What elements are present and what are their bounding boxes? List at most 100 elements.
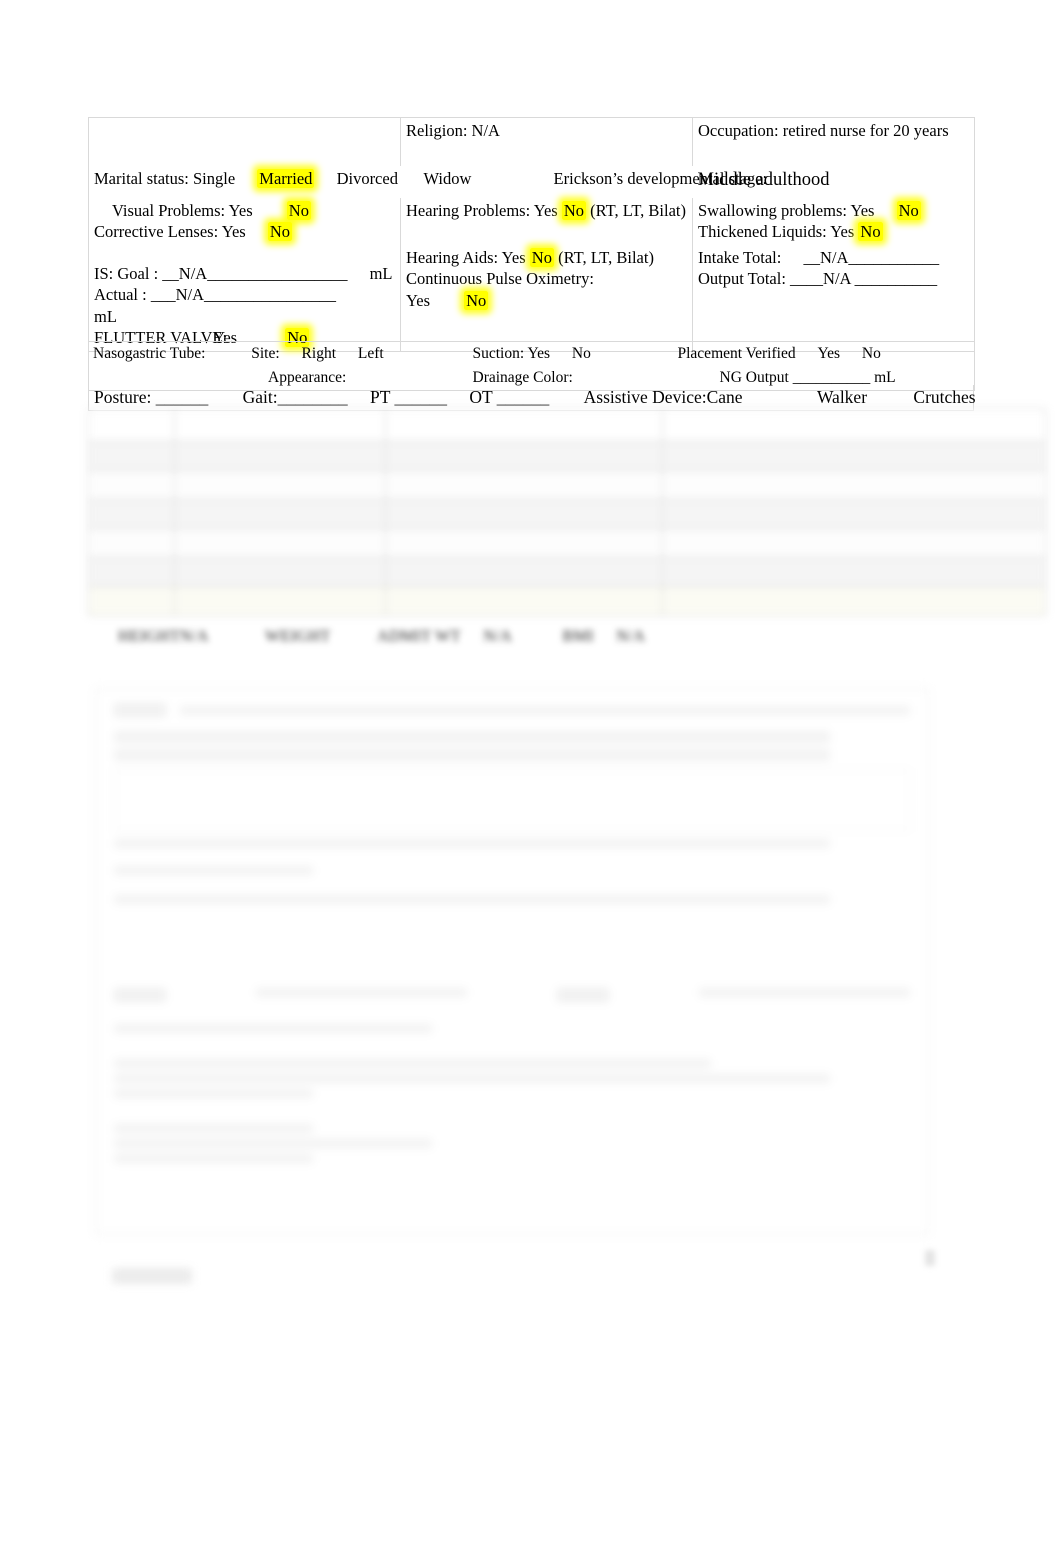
cell-visual-corrective: Visual Problems: Yes No Corrective Lense… <box>88 198 401 245</box>
posture-label: Posture: <box>94 387 152 407</box>
panel-field-tag <box>114 988 166 1003</box>
visual-problems-label: Visual Problems: <box>112 201 226 220</box>
pt-value[interactable]: ______ <box>394 387 447 407</box>
ng-site-label: Site: <box>251 345 280 362</box>
thickened-liquids-no[interactable]: No <box>858 222 883 242</box>
intake-total-value[interactable]: __N/A___________ <box>803 248 939 267</box>
hearing-aids-label: Hearing Aids: <box>406 247 499 267</box>
panel-line <box>114 1074 831 1084</box>
panel-line <box>114 1089 313 1099</box>
pulse-ox-label: Continuous Pulse Oximetry: <box>406 269 594 289</box>
ng-suction-yes[interactable]: Yes <box>527 345 550 362</box>
ng-suction-label: Suction: <box>472 345 525 362</box>
ng-output-label: NG Output <box>719 369 789 387</box>
ng-output-value[interactable]: __________ <box>793 369 871 386</box>
corrective-lenses-no[interactable]: No <box>267 222 292 242</box>
assistive-device-label: Assistive Device: <box>583 387 707 407</box>
visual-problems-yes[interactable]: Yes <box>229 201 253 220</box>
lower-document-panel-blurred <box>95 688 929 1235</box>
table-row-ng-line1: Nasogastric Tube: Site: Right Left Sucti… <box>88 341 975 367</box>
ng-placement-no[interactable]: No <box>862 345 881 362</box>
ot-value[interactable]: ______ <box>497 387 550 407</box>
swallowing-yes[interactable]: Yes <box>850 201 874 220</box>
ng-site-right[interactable]: Right <box>302 345 336 362</box>
page-number-blurred <box>925 1250 935 1270</box>
pulse-ox-yes[interactable]: Yes <box>406 291 430 310</box>
output-total-value[interactable]: ____N/A __________ <box>790 269 937 288</box>
table-row <box>87 441 1046 471</box>
visual-problems-no[interactable]: No <box>286 201 311 220</box>
panel-line <box>114 895 831 904</box>
height-label: HEIGHT <box>118 628 180 645</box>
marital-option-widow[interactable]: Widow <box>424 169 472 188</box>
cell-occupation: Occupation: retired nurse for 20 years <box>692 117 975 166</box>
table-row-marital: Marital status: Single Married Divorced … <box>88 166 975 198</box>
pulse-ox-no[interactable]: No <box>464 290 489 310</box>
cell-hearing-problems: Hearing Problems: Yes No (RT, LT, Bilat) <box>400 198 693 245</box>
ng-placement-yes[interactable]: Yes <box>817 345 840 362</box>
panel-line <box>114 1124 313 1134</box>
hearing-problems-yes[interactable]: Yes <box>534 201 558 220</box>
corrective-lenses-yes[interactable]: Yes <box>222 222 246 241</box>
is-goal-value[interactable]: __N/A_________________ <box>162 264 347 283</box>
nasogastric-label: Nasogastric Tube: <box>93 345 206 362</box>
assistive-device-cane[interactable]: Cane <box>707 387 743 407</box>
marital-option-single[interactable]: Single <box>193 169 235 188</box>
is-goal-line: IS: Goal : __N/A_________________ mL <box>94 263 396 284</box>
output-total-label: Output Total: <box>698 269 786 289</box>
panel-paragraph <box>114 950 910 970</box>
admit-wt-label: ADMIT WT <box>377 628 461 645</box>
is-actual-value[interactable]: ___N/A________________ <box>151 285 336 304</box>
panel-field-tag <box>557 988 609 1003</box>
gait-label: Gait: <box>242 387 278 407</box>
panel-textbox[interactable] <box>114 769 910 831</box>
is-actual-label: Actual : <box>94 285 147 305</box>
marital-option-married[interactable]: Married <box>257 169 315 188</box>
cell-widow: Widow Erickson’s developmental stage: <box>401 166 768 198</box>
panel-line <box>699 988 910 998</box>
ng-suction-no[interactable]: No <box>572 345 591 362</box>
panel-tag <box>114 703 166 717</box>
ot-label: OT <box>469 387 493 407</box>
table-row <box>87 499 1046 529</box>
posture-value[interactable]: ______ <box>156 387 209 407</box>
output-total-line: Output Total: ____N/A __________ <box>698 268 970 289</box>
panel-header-row <box>114 703 910 717</box>
erickson-value: Middle adulthood <box>697 170 830 190</box>
is-actual-unit: mL <box>94 306 117 326</box>
table-row <box>87 408 1046 442</box>
ng-appearance-label: Appearance: <box>268 369 347 387</box>
pulse-ox-line: Yes No <box>406 290 688 311</box>
document-page: Religion: N/A Occupation: retired nurse … <box>0 0 1062 1561</box>
footer-tag <box>112 1268 192 1284</box>
ng-site-left[interactable]: Left <box>358 345 384 362</box>
cell-swallowing: Swallowing problems: Yes No Thickened Li… <box>692 198 975 245</box>
admit-wt-value: N/A <box>483 628 513 645</box>
cell-incentive-spirometry: IS: Goal : __N/A_________________ mL Act… <box>88 244 401 352</box>
hearing-aids-no[interactable]: No <box>529 247 554 267</box>
hearing-problems-label: Hearing Problems: <box>406 201 531 220</box>
hearing-problems-no[interactable]: No <box>561 201 587 220</box>
panel-line <box>114 1139 433 1149</box>
nasogastric-tube-table: Nasogastric Tube: Site: Right Left Sucti… <box>88 341 975 392</box>
swallowing-no[interactable]: No <box>896 201 921 220</box>
marital-option-divorced[interactable]: Divorced <box>337 169 398 188</box>
panel-line <box>256 988 467 998</box>
thickened-liquids-label: Thickened Liquids: <box>698 222 827 242</box>
occupation-value: retired nurse for 20 years <box>782 121 949 140</box>
gait-value[interactable]: ________ <box>278 387 348 407</box>
thickened-liquids-yes[interactable]: Yes <box>830 222 854 241</box>
height-value: N/A <box>179 628 209 645</box>
ng-drainage-label: Drainage Color: <box>472 369 573 387</box>
assistive-device-crutches[interactable]: Crutches <box>913 387 975 407</box>
visual-problems-line: Visual Problems: Yes No <box>94 200 396 221</box>
cell-hearing-aids-pulseox: Hearing Aids: Yes No (RT, LT, Bilat) Con… <box>400 244 693 352</box>
intake-total-line: Intake Total: __N/A___________ <box>698 247 970 268</box>
religion-label: Religion: <box>406 121 468 140</box>
ng-output-unit: mL <box>874 369 896 387</box>
assistive-device-walker[interactable]: Walker <box>817 387 867 407</box>
hearing-aids-yes[interactable]: Yes <box>502 248 526 267</box>
footer-text-blurred <box>112 1268 312 1289</box>
is-goal-unit: mL <box>369 263 393 283</box>
assessment-form-table: Religion: N/A Occupation: retired nurse … <box>88 117 975 352</box>
